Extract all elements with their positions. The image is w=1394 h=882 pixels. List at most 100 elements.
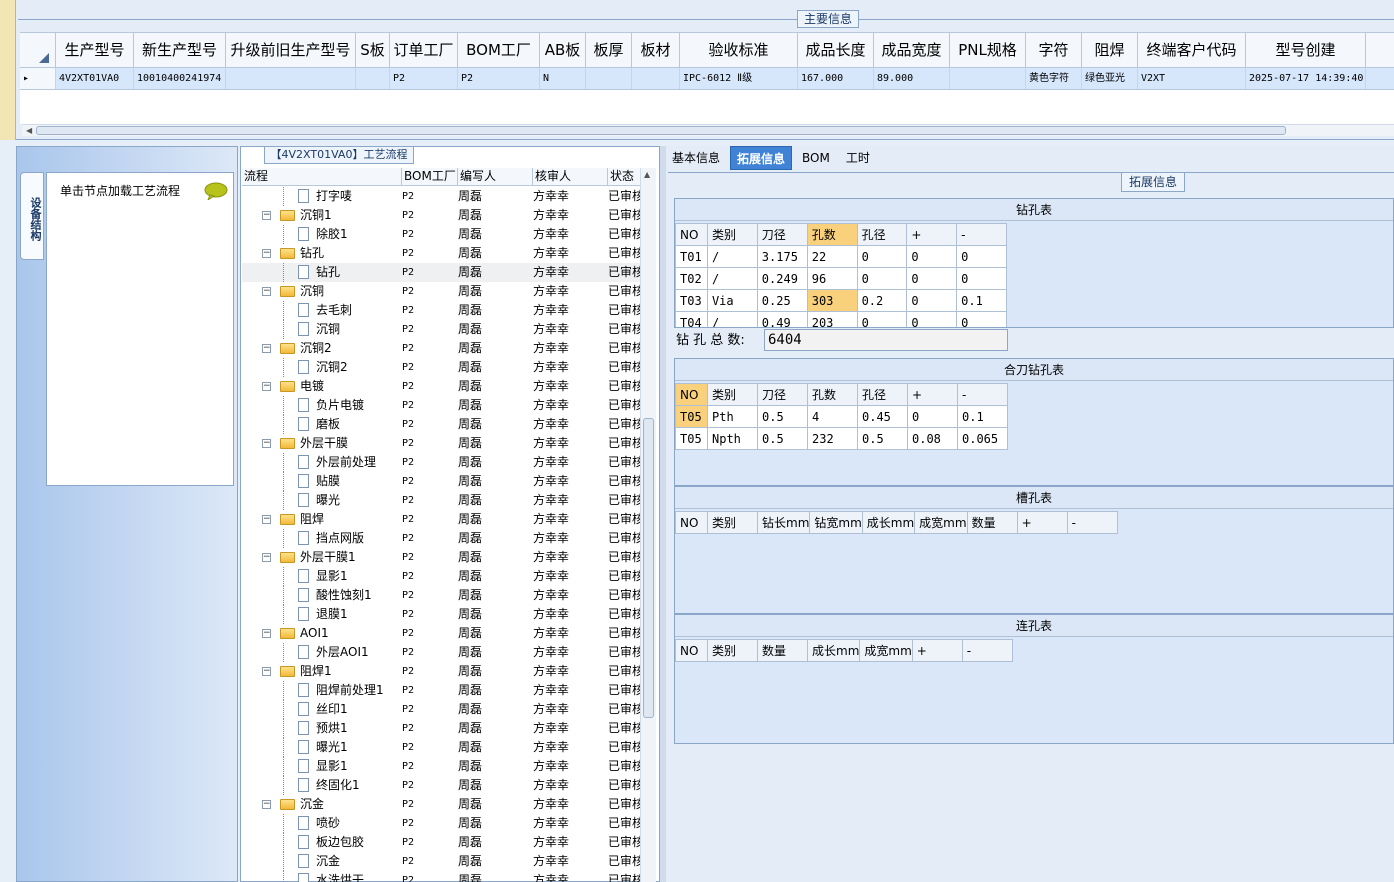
process-writer-cell[interactable]: 周磊 — [454, 225, 529, 244]
collapse-icon[interactable]: − — [262, 249, 271, 258]
process-writer-cell[interactable]: 周磊 — [454, 814, 529, 833]
process-row[interactable]: 负片电镀 P2 周磊 方幸幸 已审核 — [242, 396, 640, 415]
table-row[interactable]: T04/0.49 203 0 0 0 — [675, 311, 1007, 327]
main-grid-cell[interactable]: 绿色亚光 — [1082, 68, 1138, 89]
table-col-header[interactable]: 钻长mm — [756, 511, 811, 534]
table-row[interactable]: T05 Pth 0.5 4 0.45 0 0.1 — [675, 405, 1008, 428]
process-flow-cell[interactable]: 终固化1 — [242, 776, 398, 795]
process-status-cell[interactable]: 已审核 — [604, 529, 640, 548]
process-status-cell[interactable]: 已审核 — [604, 852, 640, 871]
process-writer-cell[interactable]: 周磊 — [454, 415, 529, 434]
main-grid-cell[interactable]: 4V2XT01VA0 — [56, 68, 134, 89]
process-status-cell[interactable]: 已审核 — [604, 586, 640, 605]
process-status-cell[interactable]: 已审核 — [604, 434, 640, 453]
process-flow-cell[interactable]: 阻焊前处理1 — [242, 681, 398, 700]
main-grid-col-header[interactable]: 终端客户代码 — [1138, 33, 1246, 67]
process-status-cell[interactable]: 已审核 — [604, 738, 640, 757]
process-bom-cell[interactable]: P2 — [398, 605, 454, 624]
process-bom-cell[interactable]: P2 — [398, 757, 454, 776]
process-row[interactable]: − 钻孔 P2 周磊 方幸幸 已审核 — [242, 244, 640, 263]
process-checker-cell[interactable]: 方幸幸 — [529, 681, 604, 700]
table-row[interactable]: T03 Via 0.25 303 0.2 0 0.1 — [675, 289, 1007, 312]
process-flow-cell[interactable]: 贴膜 — [242, 472, 398, 491]
process-row[interactable]: 终固化1 P2 周磊 方幸幸 已审核 — [242, 776, 640, 795]
process-checker-cell[interactable]: 方幸幸 — [529, 187, 604, 206]
process-writer-cell[interactable]: 周磊 — [454, 681, 529, 700]
tab-bom[interactable]: BOM — [796, 146, 836, 170]
table-col-header[interactable]: 成长mm — [806, 639, 861, 662]
process-bom-cell[interactable]: P2 — [398, 567, 454, 586]
process-row[interactable]: 退膜1 P2 周磊 方幸幸 已审核 — [242, 605, 640, 624]
process-bom-cell[interactable]: P2 — [398, 491, 454, 510]
process-bom-cell[interactable]: P2 — [398, 415, 454, 434]
process-status-cell[interactable]: 已审核 — [604, 567, 640, 586]
process-bom-cell[interactable]: P2 — [398, 719, 454, 738]
process-checker-cell[interactable]: 方幸幸 — [529, 225, 604, 244]
tab-extended[interactable]: 拓展信息 — [730, 146, 793, 170]
process-flow-cell[interactable]: − 沉铜2 — [242, 339, 398, 358]
table-cell[interactable]: 0.2 — [856, 289, 908, 312]
main-grid-col-header[interactable]: AB板 — [540, 33, 586, 67]
process-row[interactable]: 外层前处理 P2 周磊 方幸幸 已审核 — [242, 453, 640, 472]
table-cell[interactable]: Pth — [707, 405, 758, 428]
process-row[interactable]: 水洗烘干 P2 周磊 方幸幸 已审核 — [242, 871, 640, 882]
main-grid-cell[interactable] — [356, 68, 390, 89]
table-col-header[interactable]: - — [956, 223, 1007, 246]
process-writer-cell[interactable]: 周磊 — [454, 852, 529, 871]
table-col-header[interactable]: 刀径 — [756, 223, 808, 246]
table-col-header[interactable]: NO — [675, 639, 708, 662]
process-flow-cell[interactable]: − 沉金 — [242, 795, 398, 814]
process-bom-cell[interactable]: P2 — [398, 833, 454, 852]
main-grid-col-header[interactable]: 字符 — [1026, 33, 1082, 67]
process-checker-cell[interactable]: 方幸幸 — [529, 434, 604, 453]
table-cell[interactable]: 0 — [956, 311, 1007, 327]
process-checker-cell[interactable]: 方幸幸 — [529, 472, 604, 491]
process-writer-cell[interactable]: 周磊 — [454, 396, 529, 415]
process-writer-cell[interactable]: 周磊 — [454, 795, 529, 814]
process-status-cell[interactable]: 已审核 — [604, 757, 640, 776]
table-col-header[interactable]: 成长mm — [861, 511, 916, 534]
process-bom-cell[interactable]: P2 — [398, 548, 454, 567]
table-cell[interactable]: 0 — [906, 245, 958, 268]
main-grid-cell[interactable]: 167.000 — [798, 68, 874, 89]
process-row[interactable]: 去毛刺 P2 周磊 方幸幸 已审核 — [242, 301, 640, 320]
process-status-cell[interactable]: 已审核 — [604, 320, 640, 339]
collapse-icon[interactable]: − — [262, 439, 271, 448]
process-writer-cell[interactable]: 周磊 — [454, 263, 529, 282]
process-writer-cell[interactable]: 周磊 — [454, 301, 529, 320]
process-checker-cell[interactable]: 方幸幸 — [529, 396, 604, 415]
process-row[interactable]: − 沉铜 P2 周磊 方幸幸 已审核 — [242, 282, 640, 301]
process-row[interactable]: 沉金 P2 周磊 方幸幸 已审核 — [242, 852, 640, 871]
process-row[interactable]: − 阻焊 P2 周磊 方幸幸 已审核 — [242, 510, 640, 529]
main-grid-cell[interactable] — [226, 68, 356, 89]
process-checker-cell[interactable]: 方幸幸 — [529, 871, 604, 882]
collapse-icon[interactable]: − — [262, 667, 271, 676]
table-col-header[interactable]: 数量 — [966, 511, 1018, 534]
process-row[interactable]: − 外层干膜 P2 周磊 方幸幸 已审核 — [242, 434, 640, 453]
process-bom-cell[interactable]: P2 — [398, 453, 454, 472]
process-flow-cell[interactable]: − 阻焊1 — [242, 662, 398, 681]
process-row[interactable]: − 沉铜1 P2 周磊 方幸幸 已审核 — [242, 206, 640, 225]
process-row[interactable]: 打字唛 P2 周磊 方幸幸 已审核 — [242, 187, 640, 206]
table-col-header[interactable]: - — [961, 639, 1013, 662]
table-cell[interactable]: / — [706, 311, 758, 327]
hscroll-thumb[interactable] — [36, 126, 1286, 135]
main-grid-col-header[interactable]: 订单工厂 — [390, 33, 458, 67]
process-writer-cell[interactable]: 周磊 — [454, 453, 529, 472]
process-writer-cell[interactable]: 周磊 — [454, 757, 529, 776]
process-bom-cell[interactable]: P2 — [398, 643, 454, 662]
process-bom-cell[interactable]: P2 — [398, 301, 454, 320]
process-checker-cell[interactable]: 方幸幸 — [529, 529, 604, 548]
table-col-header[interactable]: 数量 — [757, 639, 808, 662]
process-col-header[interactable]: 编写人 — [458, 168, 533, 185]
process-flow-cell[interactable]: 喷砂 — [242, 814, 398, 833]
table-cell[interactable]: 0 — [956, 267, 1007, 290]
process-flow-cell[interactable]: − 阻焊 — [242, 510, 398, 529]
main-grid-col-header[interactable]: PNL规格 — [950, 33, 1026, 67]
process-row[interactable]: − 阻焊1 P2 周磊 方幸幸 已审核 — [242, 662, 640, 681]
process-row[interactable]: − 外层干膜1 P2 周磊 方幸幸 已审核 — [242, 548, 640, 567]
process-status-cell[interactable]: 已审核 — [604, 510, 640, 529]
process-bom-cell[interactable]: P2 — [398, 263, 454, 282]
process-bom-cell[interactable]: P2 — [398, 434, 454, 453]
process-status-cell[interactable]: 已审核 — [604, 662, 640, 681]
